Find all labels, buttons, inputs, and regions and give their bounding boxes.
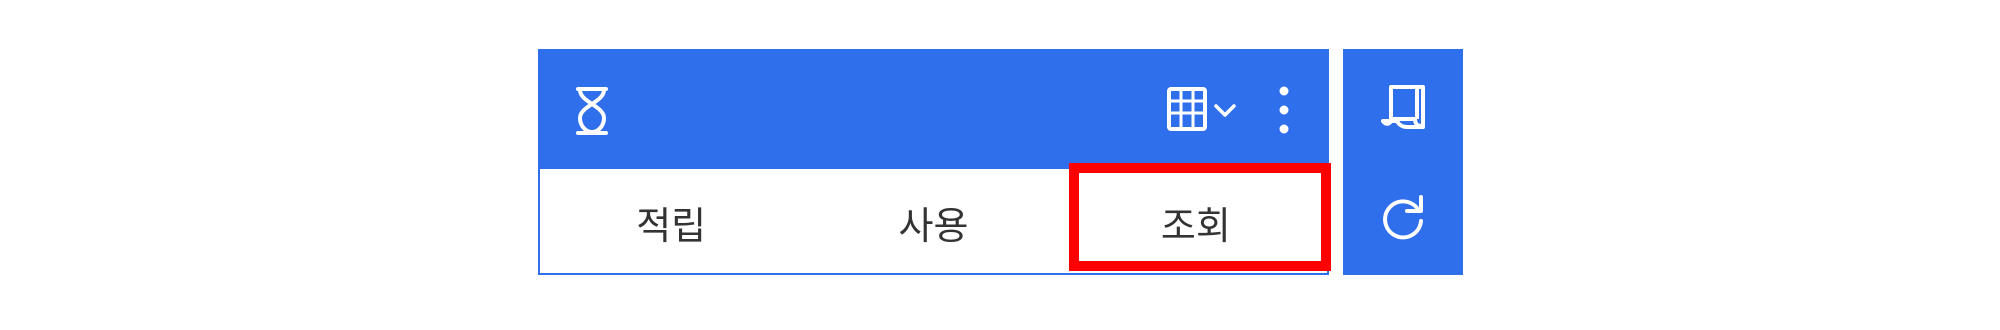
tab-use-label: 사용 <box>898 203 969 248</box>
more-vertical-icon[interactable] <box>1272 83 1296 137</box>
grid-view-icon <box>1167 87 1207 131</box>
chevron-down-icon <box>1214 104 1236 117</box>
tab-bar: 적립 사용 조회 <box>540 169 1327 275</box>
panel-header <box>540 51 1327 169</box>
tab-inquiry[interactable]: 조회 <box>1065 169 1327 275</box>
refresh-button[interactable] <box>1343 167 1463 267</box>
refresh-icon <box>1383 195 1423 240</box>
side-toolbar <box>1343 49 1463 275</box>
tab-earn[interactable]: 적립 <box>540 169 802 275</box>
hourglass-icon <box>576 87 608 135</box>
points-panel: 적립 사용 조회 <box>538 49 1329 275</box>
receipt-scroll-icon <box>1381 85 1425 129</box>
tab-inquiry-label: 조회 <box>1160 203 1231 248</box>
tab-earn-label: 적립 <box>636 203 707 248</box>
tab-use[interactable]: 사용 <box>802 169 1064 275</box>
receipt-button[interactable] <box>1343 57 1463 157</box>
grid-view-button[interactable] <box>1165 85 1245 135</box>
widget-stage: 적립 사용 조회 <box>0 0 2000 330</box>
